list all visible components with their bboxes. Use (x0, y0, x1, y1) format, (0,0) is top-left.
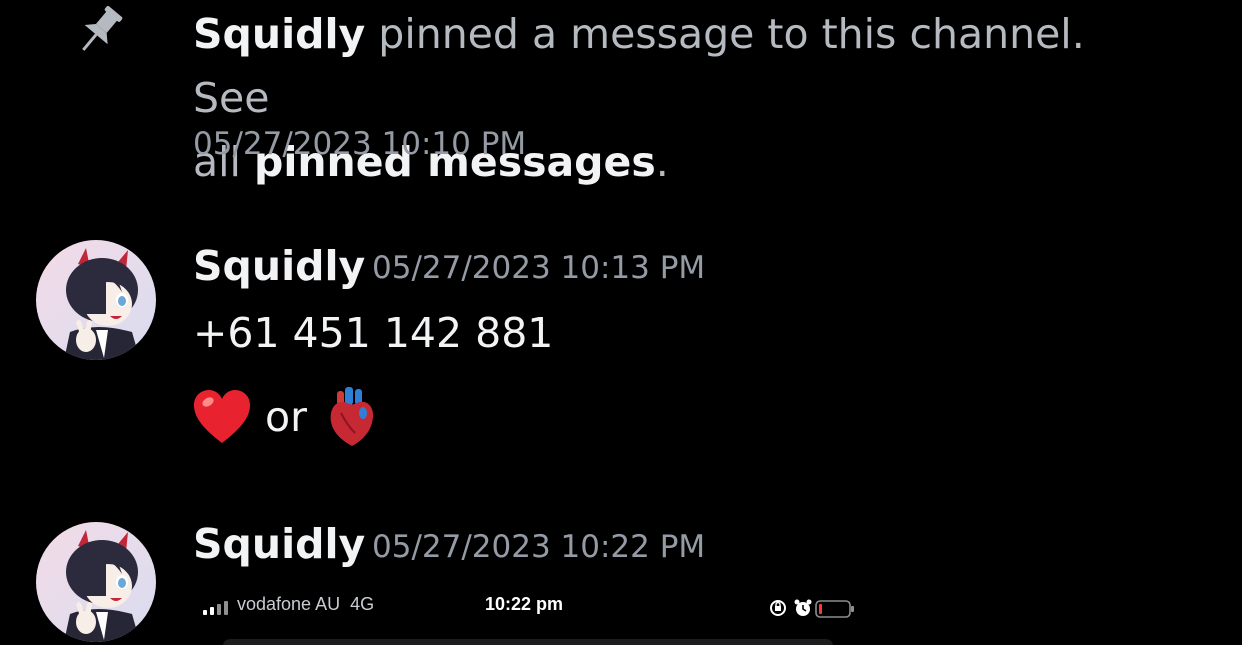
message-timestamp: 05/27/2023 10:22 PM (372, 529, 706, 565)
message-author[interactable]: Squidly (193, 240, 365, 292)
carrier-name: vodafone AU (237, 594, 341, 614)
pin-author[interactable]: Squidly (193, 10, 365, 58)
red-heart-emoji (194, 390, 250, 443)
network-type: 4G (350, 594, 375, 614)
status-time: 10:22 pm (485, 594, 564, 614)
pin-text-period: . (655, 138, 669, 186)
screenshot-content-card (223, 639, 833, 645)
message-connector: or (265, 393, 307, 441)
message-emoji-line: or (193, 386, 377, 448)
pinned-system-text: Squidly pinned a message to this channel… (193, 2, 1173, 194)
image-attachment[interactable]: vodafone AU 4G 10:22 pm (193, 590, 863, 645)
alarm-icon (794, 599, 812, 616)
message-author[interactable]: Squidly (193, 518, 365, 570)
pin-timestamp: 05/27/2023 10:10 PM (193, 126, 527, 162)
battery-low-icon (815, 600, 854, 618)
message-text: +61 451 142 881 (193, 309, 554, 357)
anatomical-heart-emoji (330, 387, 374, 446)
avatar[interactable] (36, 522, 156, 642)
message-timestamp: 05/27/2023 10:13 PM (372, 250, 706, 286)
signal-icon (203, 601, 228, 615)
carrier-label: vodafone AU 4G (237, 594, 374, 615)
avatar[interactable] (36, 240, 156, 360)
screen-lock-icon (770, 600, 786, 616)
pin-icon (82, 6, 123, 51)
status-icons (770, 599, 854, 618)
